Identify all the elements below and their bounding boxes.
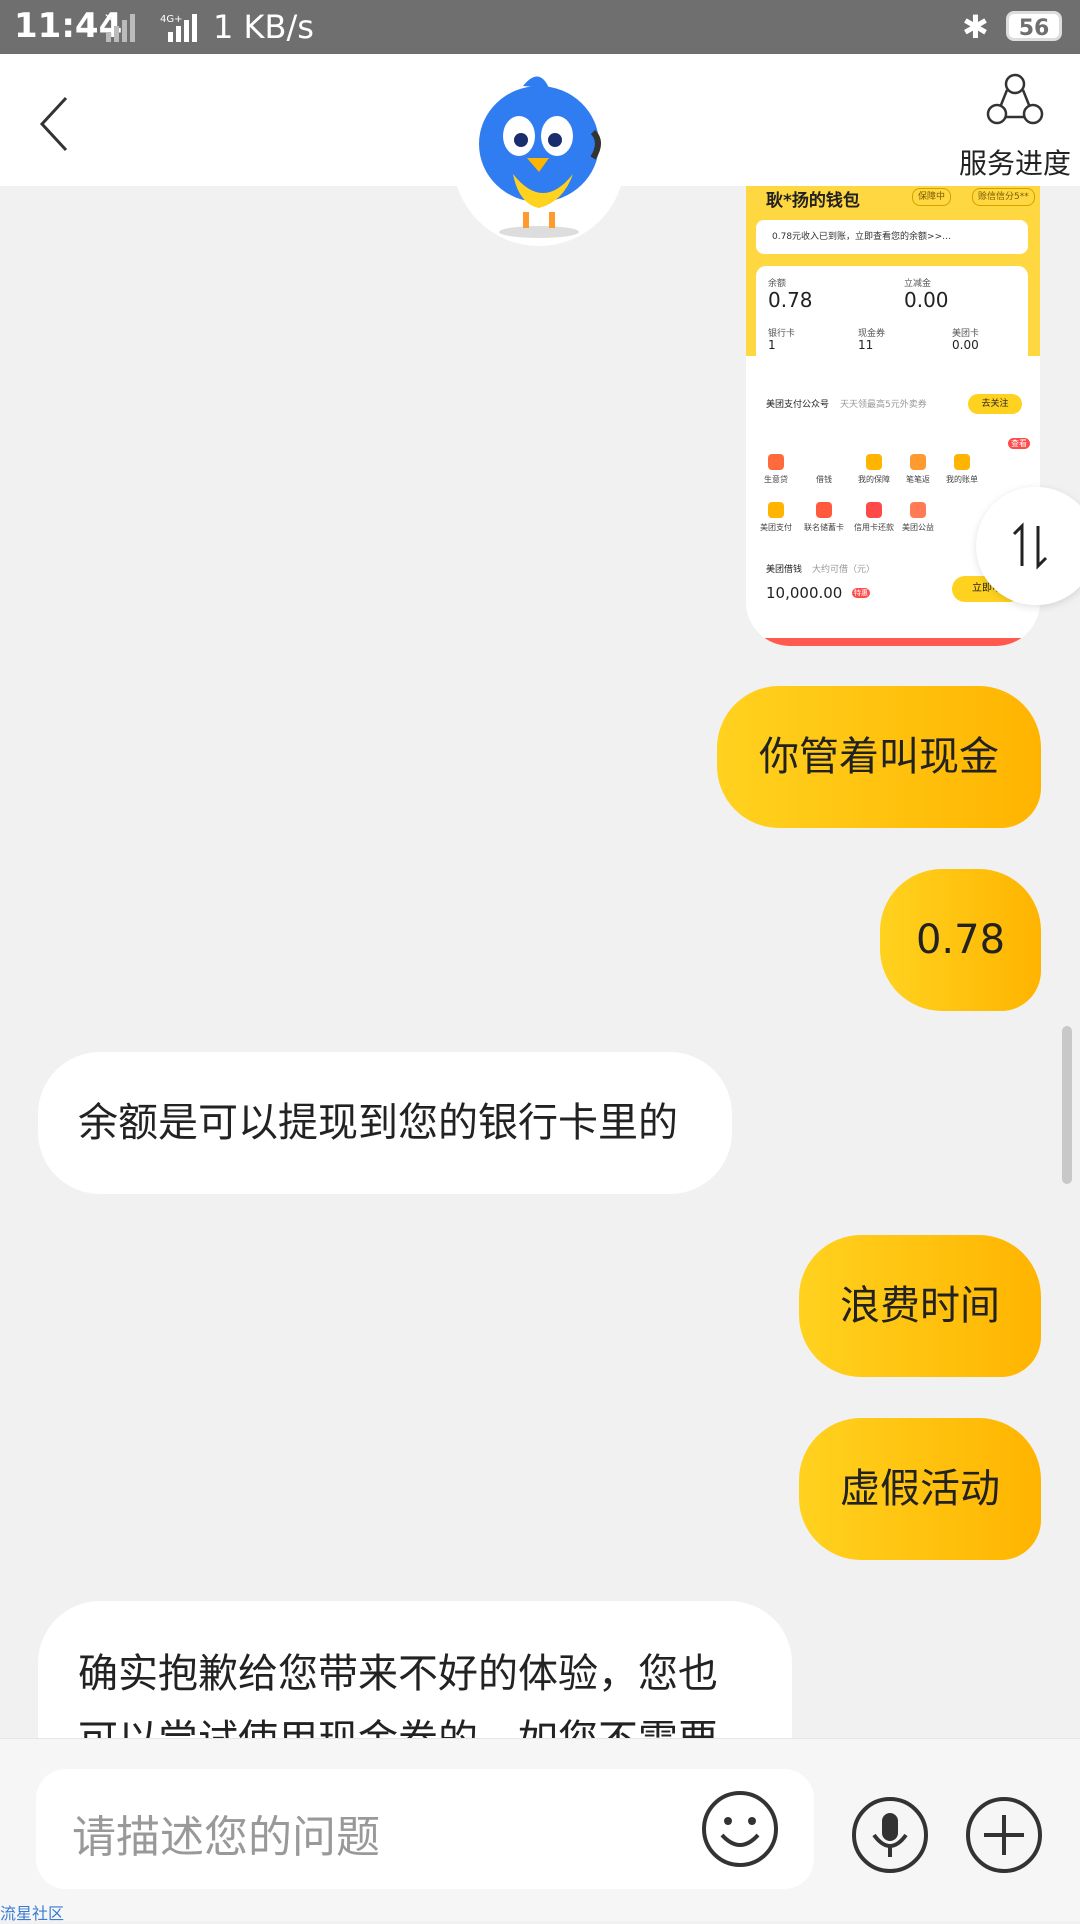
service-progress-button[interactable]: 服务进度 (955, 72, 1075, 182)
message-text: 浪费时间 (840, 1283, 1000, 1329)
loan-tag: 特惠 (852, 588, 870, 598)
svg-text:4G+: 4G+ (160, 14, 183, 25)
discount-value: 0.00 (904, 288, 949, 312)
message-bubble-in[interactable]: 余额是可以提现到您的银行卡里的 (38, 1052, 732, 1194)
shield-icon[interactable] (866, 454, 882, 470)
loan-sub: 大约可借（元） (812, 565, 876, 575)
message-text-line: 可以尝试使用现金券的，如您不需要 (78, 1707, 792, 1738)
grid-item-label: 联名储蓄卡 (804, 523, 844, 532)
grid-item-label: 借钱 (816, 475, 832, 484)
grid-item-label: 美团支付 (760, 523, 792, 532)
microphone-icon[interactable] (850, 1795, 930, 1875)
promo-text: 美团支付公众号 (766, 400, 830, 410)
chat-area[interactable]: 耿*扬的钱包 保障中 赊信信分5** 0.78元收入已到账，立即查看您的余额>>… (0, 186, 1080, 1738)
grid-item-label: 我的账单 (946, 475, 978, 484)
message-text: 余额是可以提现到您的银行卡里的 (78, 1100, 678, 1146)
wallet-notice[interactable]: 0.78元收入已到账，立即查看您的余额>>… (756, 220, 1028, 254)
swap-arrows-icon (1012, 522, 1048, 570)
bluetooth-icon: ✱ (962, 8, 989, 46)
input-placeholder: 请描述您的问题 (72, 1812, 380, 1863)
wallet-title: 耿*扬的钱包 (766, 191, 860, 211)
card-icon[interactable] (816, 502, 832, 518)
credit-icon[interactable] (866, 502, 882, 518)
back-icon[interactable] (36, 94, 76, 154)
plus-icon[interactable] (964, 1795, 1044, 1875)
bird-mascot-icon (479, 76, 601, 238)
promo-row: 美团支付公众号 天天领最高5元外卖券 去关注 (756, 386, 1028, 420)
message-text: 0.78 (915, 917, 1006, 963)
protect-badge: 保障中 (912, 188, 952, 206)
loan-title: 美团借钱 (766, 565, 803, 575)
message-bubble-in[interactable]: 确实抱歉给您带来不好的体验，您也 可以尝试使用现金券的，如您不需要 (38, 1601, 792, 1738)
signal-icon: ✕ (104, 12, 135, 42)
emoji-icon[interactable] (700, 1789, 780, 1869)
bill-icon[interactable] (954, 454, 970, 470)
balance-value: 0.78 (768, 288, 813, 312)
balance-panel: 余额 0.78 立减金 0.00 银行卡 1 现金券 11 美团卡 0.00 (756, 266, 1028, 376)
follow-button[interactable]: 去关注 (968, 394, 1022, 414)
grid-badge: 查看 (1008, 438, 1030, 449)
message-text: 你管着叫现金 (759, 734, 999, 780)
status-bar: 11:44 ✕ 4G+ 1 KB/s ✱ 56 (0, 0, 1080, 54)
promo-sub: 天天领最高5元外卖券 (840, 400, 927, 410)
card-bottom-strip (746, 638, 1040, 646)
credit-badge: 赊信信分5** (972, 188, 1035, 206)
mtcard-value: 0.00 (952, 338, 979, 352)
rebate-icon[interactable] (910, 454, 926, 470)
battery-indicator: 56 (1006, 11, 1062, 41)
message-bubble-out[interactable]: 你管着叫现金 (717, 686, 1041, 828)
grid-item-label: 美团公益 (902, 523, 934, 532)
loan-icon[interactable] (768, 454, 784, 470)
heart-icon[interactable] (910, 502, 926, 518)
chat-scrollbar[interactable] (1062, 1026, 1072, 1184)
grid-item-label: 生意贷 (764, 475, 788, 484)
watermark-text: 流星社区 (0, 1904, 65, 1923)
pay-icon[interactable] (768, 502, 784, 518)
coupon-value: 11 (858, 338, 874, 352)
message-bubble-out[interactable]: 虚假活动 (799, 1418, 1041, 1560)
message-text-line: 确实抱歉给您带来不好的体验，您也 (78, 1651, 718, 1697)
message-bubble-out[interactable]: 0.78 (880, 869, 1041, 1011)
service-progress-label: 服务进度 (958, 147, 1071, 180)
message-bubble-out[interactable]: 浪费时间 (799, 1235, 1041, 1377)
input-bar: 请描述您的问题 (0, 1738, 1080, 1921)
notice-text: 0.78元收入已到账，立即查看您的余额>>… (772, 232, 952, 242)
cash-icon[interactable] (816, 454, 832, 470)
network-speed: 1 KB/s (213, 8, 314, 46)
loan-amount: 10,000.00 (766, 584, 843, 602)
question-input[interactable]: 请描述您的问题 (36, 1769, 814, 1889)
svg-text:✕: ✕ (104, 12, 114, 25)
bank-value: 1 (768, 338, 776, 352)
signal-4g-icon: 4G+ (160, 14, 197, 42)
progress-nodes-icon (986, 73, 1044, 125)
message-text: 虚假活动 (840, 1466, 1000, 1512)
agent-avatar (453, 62, 625, 246)
